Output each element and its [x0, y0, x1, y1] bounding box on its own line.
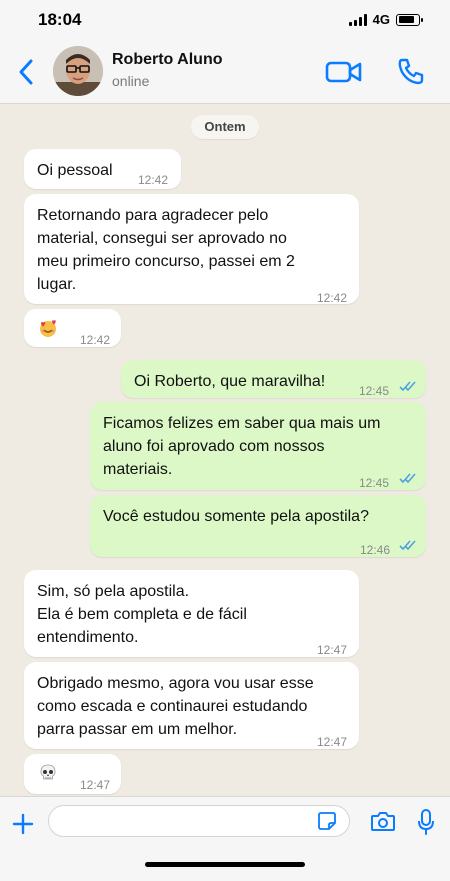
status-bar: 18:04 4G [0, 0, 450, 40]
battery-level [398, 16, 414, 23]
home-indicator[interactable] [145, 862, 305, 867]
message-text: Obrigado mesmo, agora vou usar esse como… [37, 675, 314, 738]
message-bubble-incoming[interactable]: Retornando para agradecer pelo material,… [24, 194, 359, 305]
message-text: Você estudou somente pela apostila? [103, 508, 369, 525]
video-call-icon[interactable] [325, 60, 363, 84]
message-text: Oi Roberto, que maravilha! [134, 373, 326, 390]
message-bubble-outgoing[interactable]: Você estudou somente pela apostila? 12:4… [90, 495, 426, 557]
camera-icon[interactable] [370, 810, 396, 832]
message-bubble-incoming[interactable]: 12:42 [24, 309, 121, 347]
message-composer [0, 796, 450, 881]
read-receipt-icon [399, 540, 416, 551]
message-time: 12:42 [138, 173, 169, 187]
sticker-icon[interactable] [317, 811, 337, 831]
avatar[interactable] [53, 46, 103, 96]
message-time: 12:46 [360, 543, 391, 557]
plus-icon[interactable] [11, 812, 35, 836]
message-time: 12:47 [80, 778, 111, 792]
message-bubble-incoming[interactable]: 12:47 [24, 754, 121, 794]
contact-name[interactable]: Roberto Aluno [112, 51, 223, 69]
status-indicators: 4G [348, 12, 423, 27]
message-text: Retornando para agradecer pelo material,… [37, 207, 295, 293]
read-receipt-icon [399, 381, 416, 392]
message-bubble-outgoing[interactable]: Oi Roberto, que maravilha! 12:45 [121, 360, 426, 398]
status-time: 18:04 [38, 10, 82, 29]
message-time: 12:47 [317, 643, 348, 657]
microphone-icon[interactable] [416, 808, 436, 836]
message-time: 12:45 [359, 384, 390, 398]
phone-call-icon[interactable] [396, 56, 426, 86]
message-text: Ficamos felizes em saber qua mais um alu… [103, 415, 381, 478]
back-chevron-icon[interactable] [16, 58, 36, 86]
message-time: 12:42 [317, 291, 348, 305]
message-text: Sim, só pela apostila. Ela é bem complet… [37, 583, 247, 646]
chat-header: Roberto Aluno online [0, 40, 450, 104]
message-bubble-incoming[interactable]: Obrigado mesmo, agora vou usar esse como… [24, 662, 359, 749]
message-bubble-outgoing[interactable]: Ficamos felizes em saber qua mais um alu… [90, 402, 426, 490]
contact-photo-icon [53, 46, 103, 96]
message-text: Oi pessoal [37, 162, 113, 179]
smiling-face-with-hearts-emoji [40, 320, 56, 337]
message-bubble-incoming[interactable]: Oi pessoal 12:42 [24, 149, 181, 189]
read-receipt-icon [399, 473, 416, 484]
message-bubble-incoming[interactable]: Sim, só pela apostila. Ela é bem complet… [24, 570, 359, 657]
date-divider: Ontem [191, 115, 259, 139]
message-time: 12:45 [359, 476, 390, 490]
message-time: 12:42 [80, 333, 111, 347]
network-type: 4G [372, 12, 390, 27]
battery-icon [396, 13, 423, 26]
contact-status: online [112, 73, 150, 89]
message-input[interactable] [48, 805, 350, 837]
message-time: 12:47 [317, 735, 348, 749]
signal-icon [348, 13, 367, 26]
skull-emoji [40, 764, 56, 780]
